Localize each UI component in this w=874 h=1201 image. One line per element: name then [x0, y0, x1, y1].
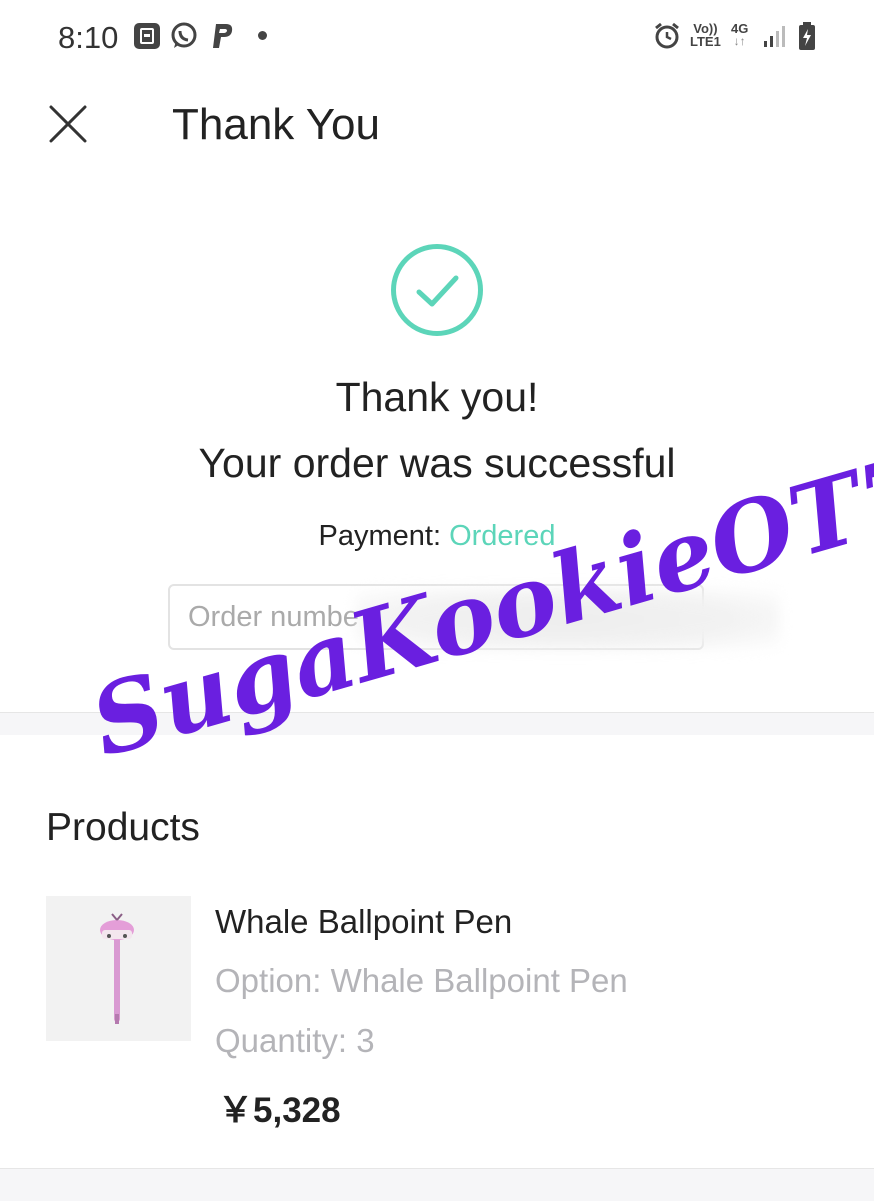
- volte-indicator: Vo)) LTE1: [690, 22, 721, 48]
- battery-charging-icon: [797, 21, 817, 56]
- product-name: Whale Ballpoint Pen: [215, 903, 513, 940]
- close-button[interactable]: [46, 102, 90, 146]
- lte-label: LTE1: [690, 34, 721, 49]
- bottom-divider: [0, 1168, 874, 1201]
- whatsapp-icon: [170, 22, 198, 55]
- product-quantity: Quantity: 3: [215, 1022, 375, 1059]
- status-bar: 8:10 Vo)) LTE1 4G ↓↑: [0, 0, 874, 76]
- thanks-heading: Thank you!: [335, 374, 539, 420]
- product-image: [46, 896, 191, 1041]
- alarm-icon: [653, 22, 681, 55]
- network-type-indicator: 4G ↓↑: [731, 21, 749, 48]
- more-notifications-dot: [258, 31, 267, 40]
- product-option: Option: Whale Ballpoint Pen: [215, 962, 628, 999]
- gallery-icon: [133, 22, 161, 55]
- close-icon: [49, 105, 87, 143]
- paypal-icon: [210, 22, 236, 55]
- signal-icon: [763, 24, 787, 53]
- check-circle-icon: [390, 243, 484, 337]
- status-time: 8:10: [58, 20, 119, 55]
- product-price: ￥5,328: [218, 1091, 341, 1130]
- page-title: Thank You: [172, 100, 380, 149]
